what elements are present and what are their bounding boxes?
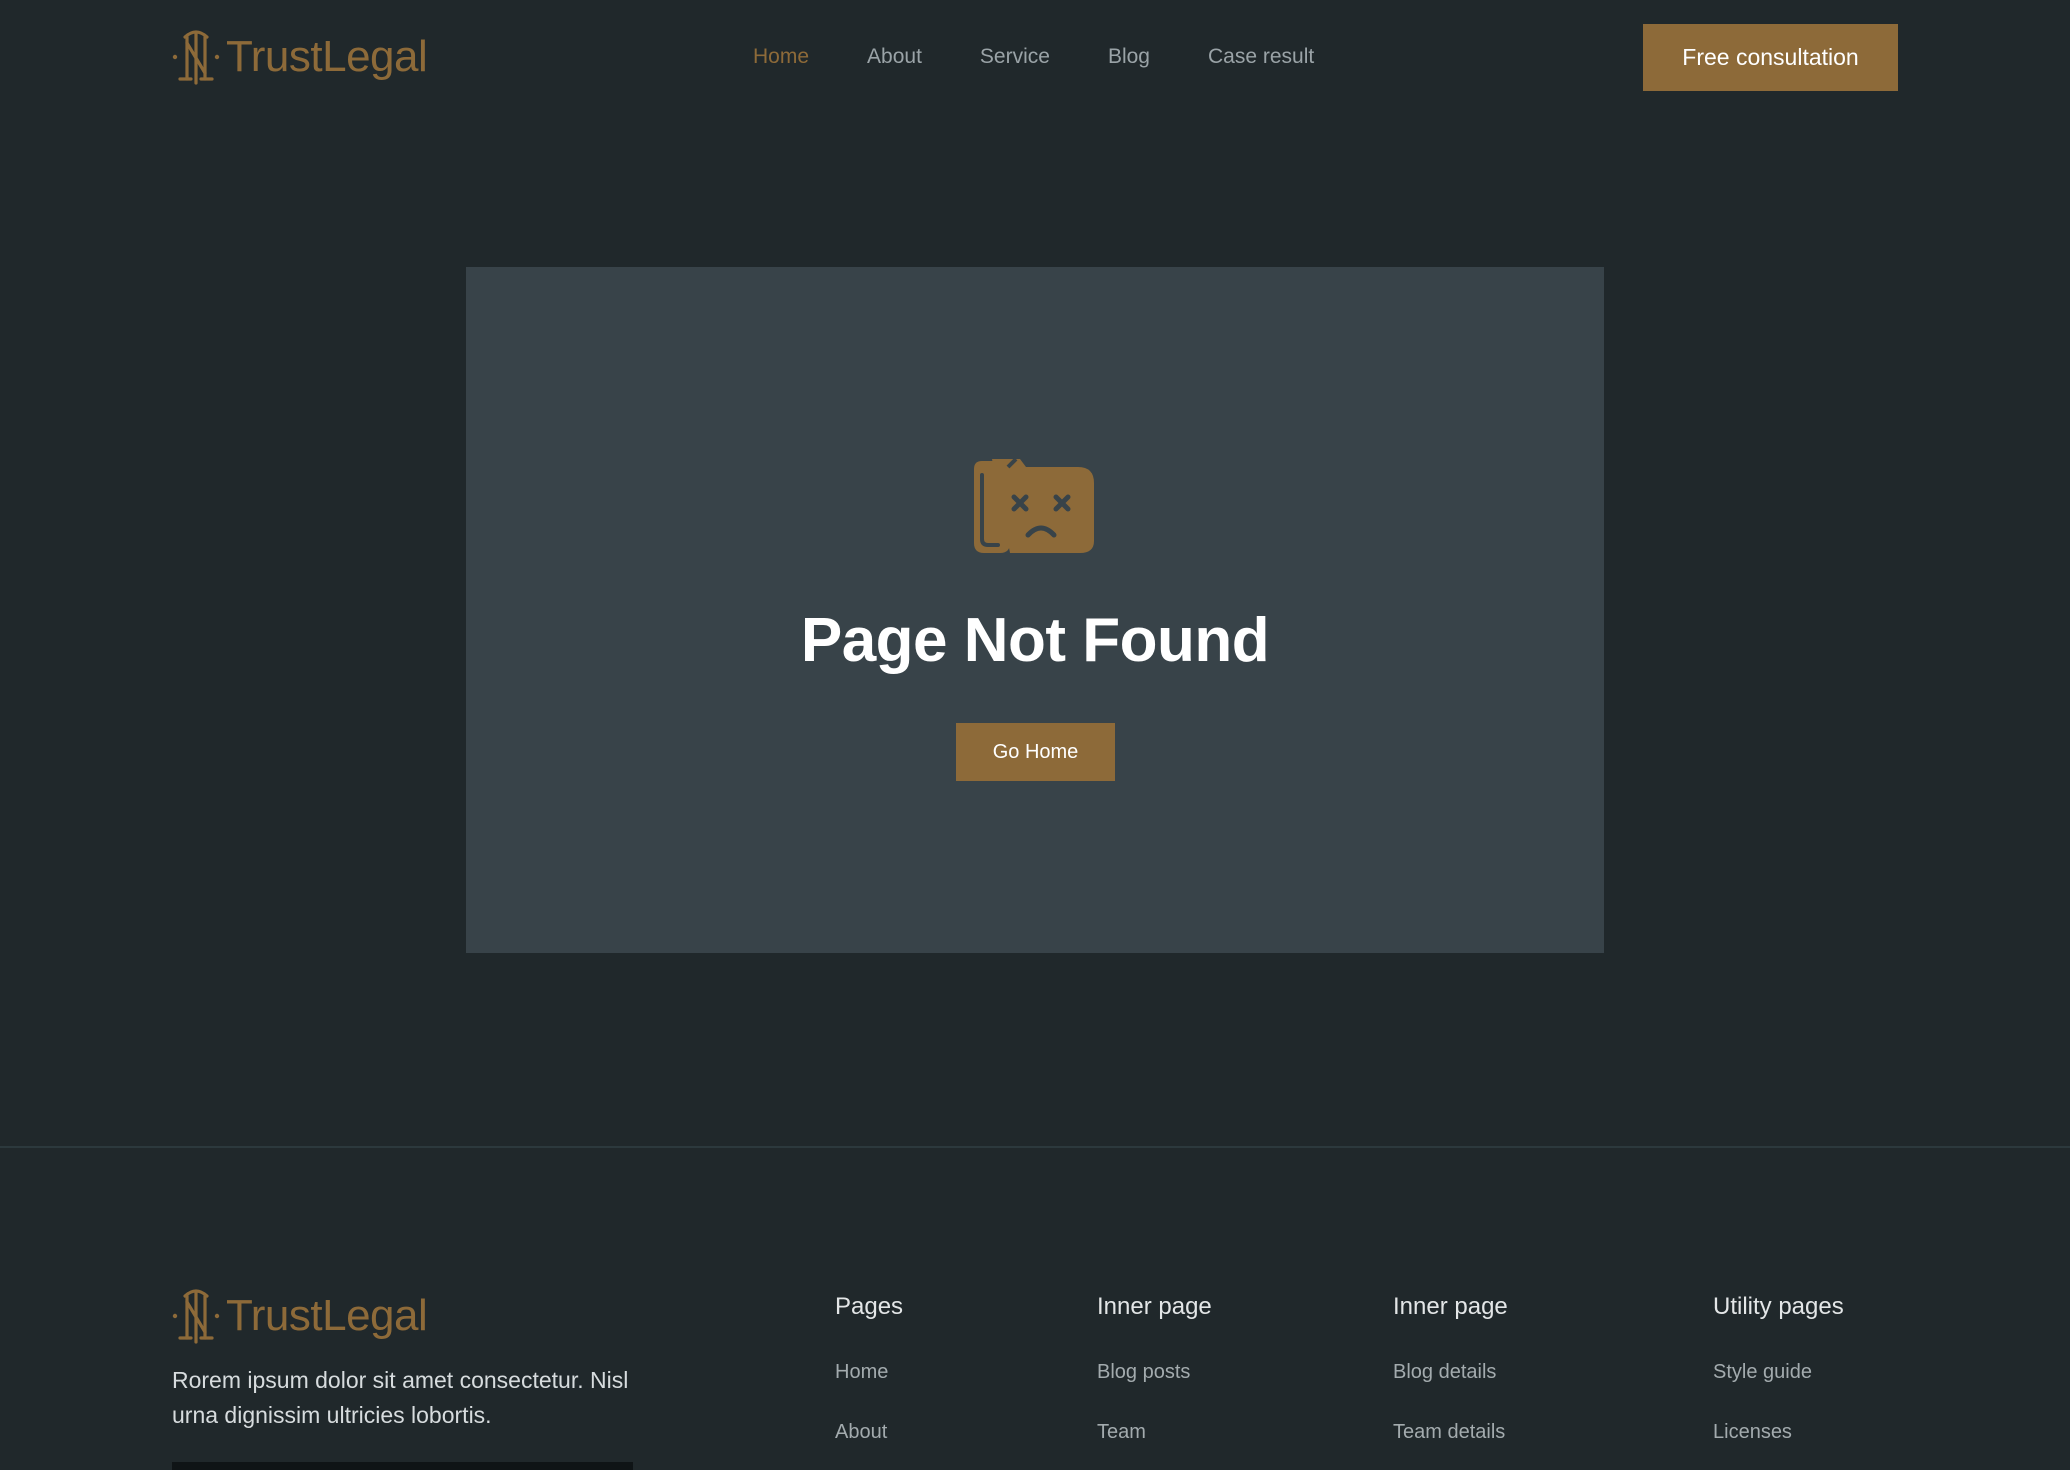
- main-nav: Home About Service Blog Case result: [753, 42, 1372, 72]
- footer-column-title: Inner page: [1393, 1293, 1508, 1320]
- footer-column-title: Pages: [835, 1293, 904, 1320]
- footer-link-licenses[interactable]: Licenses: [1713, 1418, 1844, 1446]
- footer-column-inner-page-2: Inner page Blog details Team details: [1393, 1292, 1508, 1470]
- page-title: Page Not Found: [800, 606, 1270, 675]
- free-consultation-button[interactable]: Free consultation: [1643, 24, 1898, 91]
- logo-text: TrustLegal: [226, 1291, 428, 1340]
- footer-input-bar[interactable]: [172, 1462, 633, 1470]
- footer-link-style-guide[interactable]: Style guide: [1713, 1358, 1844, 1386]
- footer-link-home[interactable]: Home: [835, 1358, 903, 1386]
- footer-link-blog-posts[interactable]: Blog posts: [1097, 1358, 1212, 1386]
- footer-link-team[interactable]: Team: [1097, 1418, 1212, 1446]
- nav-home[interactable]: Home: [753, 42, 809, 72]
- site-header: TrustLegal Home About Service Blog Case …: [0, 0, 2070, 115]
- footer-column-inner-page: Inner page Blog posts Team: [1097, 1292, 1212, 1470]
- footer-column-utility-pages: Utility pages Style guide Licenses: [1713, 1292, 1844, 1470]
- footer-link-about[interactable]: About: [835, 1418, 903, 1446]
- nav-case-result[interactable]: Case result: [1208, 42, 1314, 72]
- footer-column-pages: Pages Home About: [835, 1292, 903, 1470]
- not-found-card: Page Not Found Go Home: [466, 267, 1604, 953]
- sad-folder-icon: [974, 457, 1094, 553]
- nav-service[interactable]: Service: [980, 42, 1050, 72]
- logo-mark-icon: [172, 1289, 220, 1344]
- nav-blog[interactable]: Blog: [1108, 42, 1150, 72]
- footer-column-title: Inner page: [1097, 1293, 1212, 1320]
- footer-link-blog-details[interactable]: Blog details: [1393, 1358, 1508, 1386]
- footer-divider: [0, 1146, 2070, 1148]
- header-logo[interactable]: TrustLegal: [172, 27, 428, 87]
- logo-mark-icon: [172, 30, 220, 85]
- logo-text: TrustLegal: [226, 32, 428, 81]
- footer-logo[interactable]: TrustLegal: [172, 1286, 428, 1346]
- page: TrustLegal Home About Service Blog Case …: [0, 0, 2070, 1470]
- go-home-button[interactable]: Go Home: [956, 723, 1115, 781]
- nav-about[interactable]: About: [867, 42, 922, 72]
- footer-column-title: Utility pages: [1713, 1293, 1844, 1320]
- footer-link-team-details[interactable]: Team details: [1393, 1418, 1508, 1446]
- footer-description: Rorem ipsum dolor sit amet consectetur. …: [172, 1367, 629, 1428]
